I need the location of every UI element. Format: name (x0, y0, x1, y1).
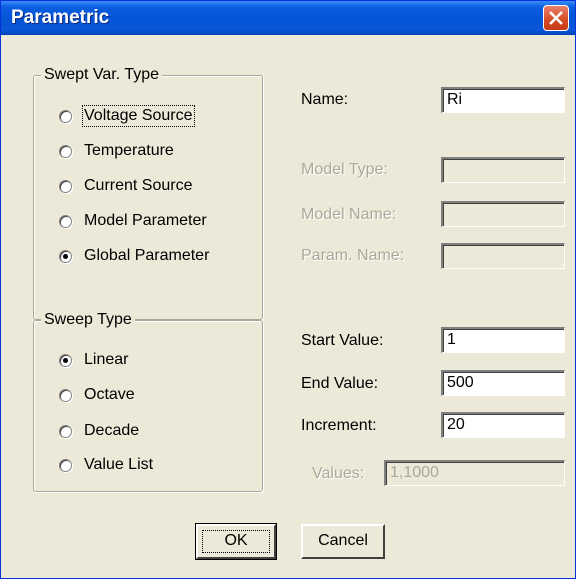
close-button[interactable] (543, 5, 569, 31)
param-name-input[interactable] (441, 243, 565, 269)
values-label: Values: (312, 465, 365, 482)
param-name-label: Param. Name: (301, 247, 405, 264)
radio-decade[interactable]: Decade (59, 419, 139, 443)
model-type-label: Model Type: (301, 161, 388, 178)
radio-button[interactable] (59, 214, 72, 228)
ok-button[interactable]: OK (195, 523, 277, 560)
values-input[interactable]: 1,1000 (384, 460, 565, 486)
radio-button[interactable] (59, 109, 72, 123)
radio-label: Linear (84, 351, 129, 368)
radio-button[interactable] (59, 144, 72, 158)
radio-button[interactable] (59, 458, 72, 472)
focus-rect (202, 530, 270, 553)
radio-value-list[interactable]: Value List (59, 453, 153, 477)
radio-button[interactable] (59, 249, 72, 263)
radio-global-parameter[interactable]: Global Parameter (59, 244, 209, 268)
end-value-label: End Value: (301, 375, 379, 392)
radio-button[interactable] (59, 388, 72, 402)
name-label: Name: (301, 91, 349, 108)
swept-var-type-legend: Swept Var. Type (41, 65, 163, 85)
radio-octave[interactable]: Octave (59, 383, 135, 407)
model-name-input[interactable] (441, 201, 565, 227)
dialog-body: Swept Var. Type Voltage Source Temperatu… (4, 35, 572, 575)
radio-current-source[interactable]: Current Source (59, 174, 193, 198)
model-type-input[interactable] (441, 157, 565, 183)
radio-button[interactable] (59, 353, 72, 367)
radio-label: Octave (84, 386, 135, 403)
radio-label: Temperature (84, 142, 174, 159)
model-name-label: Model Name: (301, 206, 397, 223)
title-bar[interactable]: Parametric (1, 1, 575, 35)
start-value-label: Start Value: (301, 332, 384, 349)
radio-linear[interactable]: Linear (59, 348, 128, 372)
increment-label: Increment: (301, 417, 377, 434)
sweep-type-legend: Sweep Type (41, 310, 135, 330)
radio-model-parameter[interactable]: Model Parameter (59, 209, 207, 233)
cancel-label: Cancel (318, 532, 368, 549)
parametric-dialog: Parametric Swept Var. Type Voltage Sourc… (0, 0, 576, 579)
radio-label: Voltage Source (82, 105, 195, 127)
radio-label: Decade (84, 422, 140, 439)
radio-label: Value List (84, 456, 154, 473)
window-title: Parametric (11, 7, 110, 28)
radio-button[interactable] (59, 179, 72, 193)
radio-temperature[interactable]: Temperature (59, 139, 174, 163)
cancel-button[interactable]: Cancel (301, 524, 385, 559)
radio-voltage-source[interactable]: Voltage Source (59, 104, 195, 128)
increment-input[interactable]: 20 (441, 412, 565, 438)
name-input[interactable]: Ri (441, 87, 565, 113)
start-value-input[interactable]: 1 (441, 327, 565, 353)
radio-label: Model Parameter (84, 212, 207, 229)
radio-label: Current Source (84, 177, 193, 194)
radio-button[interactable] (59, 424, 72, 438)
radio-label: Global Parameter (84, 247, 210, 264)
close-icon (549, 11, 563, 25)
end-value-input[interactable]: 500 (441, 370, 565, 396)
